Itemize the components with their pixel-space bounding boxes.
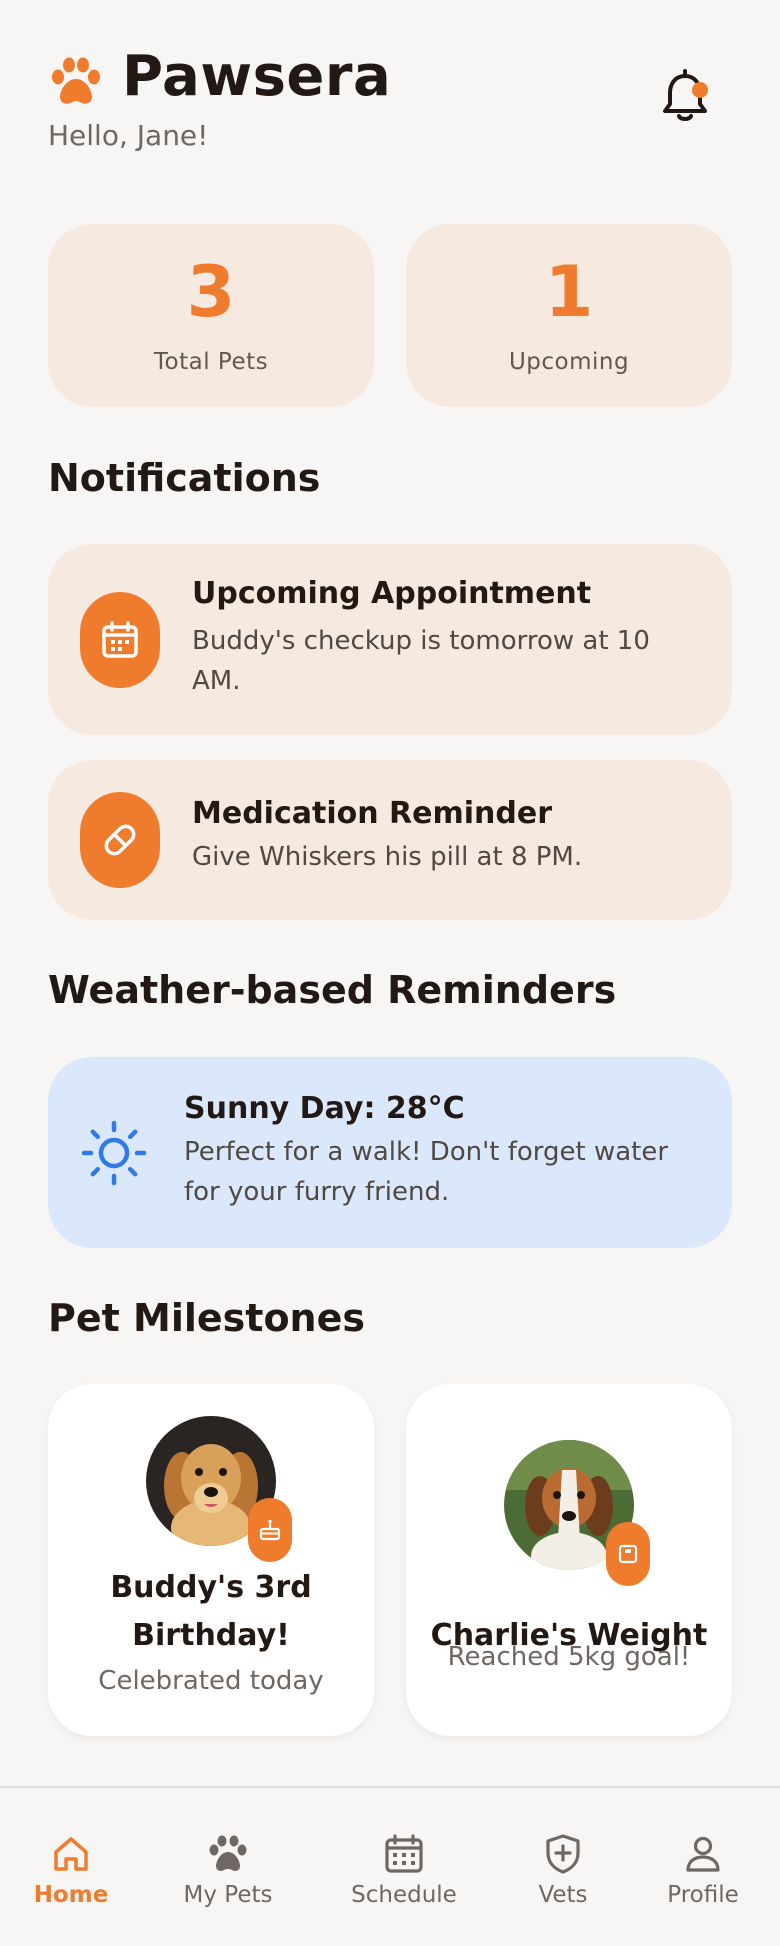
stat-card-total-pets[interactable]: 3 Total Pets <box>48 224 374 407</box>
app-header: Pawsera Hello, Jane! <box>48 44 732 174</box>
milestone-badge <box>606 1522 650 1586</box>
notification-icon-badge <box>80 792 160 888</box>
milestone-card-charlie[interactable]: Charlie's Weight Reached 5kg goal! <box>406 1384 732 1736</box>
bottom-tab-bar: Home My Pets Schedule Vets Profile <box>0 1786 780 1946</box>
tab-profile[interactable]: Profile <box>633 1832 773 1908</box>
weather-heading: Weather-based Reminders <box>48 968 617 1012</box>
stats-row: 3 Total Pets 1 Upcoming <box>48 224 732 407</box>
notification-title: Upcoming Appointment <box>192 576 592 611</box>
stat-value: 1 <box>544 250 594 333</box>
notification-body: Buddy's checkup is tomorrow at 10 AM. <box>192 626 650 696</box>
notification-icon-badge <box>80 592 160 688</box>
tab-my-pets[interactable]: My Pets <box>158 1832 298 1908</box>
home-icon <box>54 1837 88 1871</box>
tab-label: Profile <box>667 1882 739 1908</box>
milestone-subtitle: Reached 5kg goal! <box>447 1642 691 1672</box>
tab-label: Schedule <box>351 1882 457 1908</box>
scale-icon <box>618 1544 638 1564</box>
tab-label: Home <box>33 1882 109 1908</box>
tab-vets[interactable]: Vets <box>493 1832 633 1908</box>
paw-logo-icon <box>52 57 100 104</box>
greeting-text: Hello, Jane! <box>48 119 209 152</box>
milestones-row: Buddy's 3rd Birthday! Celebrated today C… <box>48 1384 732 1736</box>
milestone-card-buddy[interactable]: Buddy's 3rd Birthday! Celebrated today <box>48 1384 374 1736</box>
milestones-heading: Pet Milestones <box>48 1296 365 1340</box>
stat-card-upcoming[interactable]: 1 Upcoming <box>406 224 732 407</box>
notification-body: Give Whiskers his pill at 8 PM. <box>192 842 583 872</box>
notifications-button[interactable] <box>660 68 710 124</box>
cake-icon <box>259 1519 281 1541</box>
tab-label: My Pets <box>183 1882 273 1908</box>
stat-value: 3 <box>186 250 236 333</box>
tab-schedule[interactable]: Schedule <box>334 1832 474 1908</box>
app-title: Pawsera <box>122 44 392 109</box>
shield-plus-icon <box>546 1834 580 1874</box>
stat-label: Total Pets <box>153 348 269 375</box>
milestone-subtitle: Celebrated today <box>98 1666 324 1696</box>
paw-icon <box>209 1835 247 1871</box>
milestone-badge <box>248 1498 292 1562</box>
brand: Pawsera <box>48 44 732 109</box>
stat-label: Upcoming <box>508 348 630 375</box>
notification-dot <box>692 82 708 98</box>
pill-icon <box>104 824 136 856</box>
tab-home[interactable]: Home <box>1 1832 141 1908</box>
tab-label: Vets <box>538 1882 588 1908</box>
person-icon <box>686 1836 720 1872</box>
calendar-icon <box>102 621 138 658</box>
notification-appointment[interactable]: Upcoming Appointment Buddy's checkup is … <box>48 544 732 735</box>
weather-title: Sunny Day: 28°C <box>184 1091 465 1126</box>
weather-reminder-card[interactable]: Sunny Day: 28°C Perfect for a walk! Don'… <box>48 1057 732 1248</box>
notifications-heading: Notifications <box>48 456 321 500</box>
weather-body: Perfect for a walk! Don't forget water f… <box>184 1137 669 1207</box>
notification-medication[interactable]: Medication Reminder Give Whiskers his pi… <box>48 760 732 920</box>
sun-icon <box>81 1120 147 1186</box>
milestone-title: Buddy's 3rd Birthday! <box>110 1570 312 1653</box>
calendar-icon <box>385 1834 423 1873</box>
notification-title: Medication Reminder <box>192 796 552 831</box>
